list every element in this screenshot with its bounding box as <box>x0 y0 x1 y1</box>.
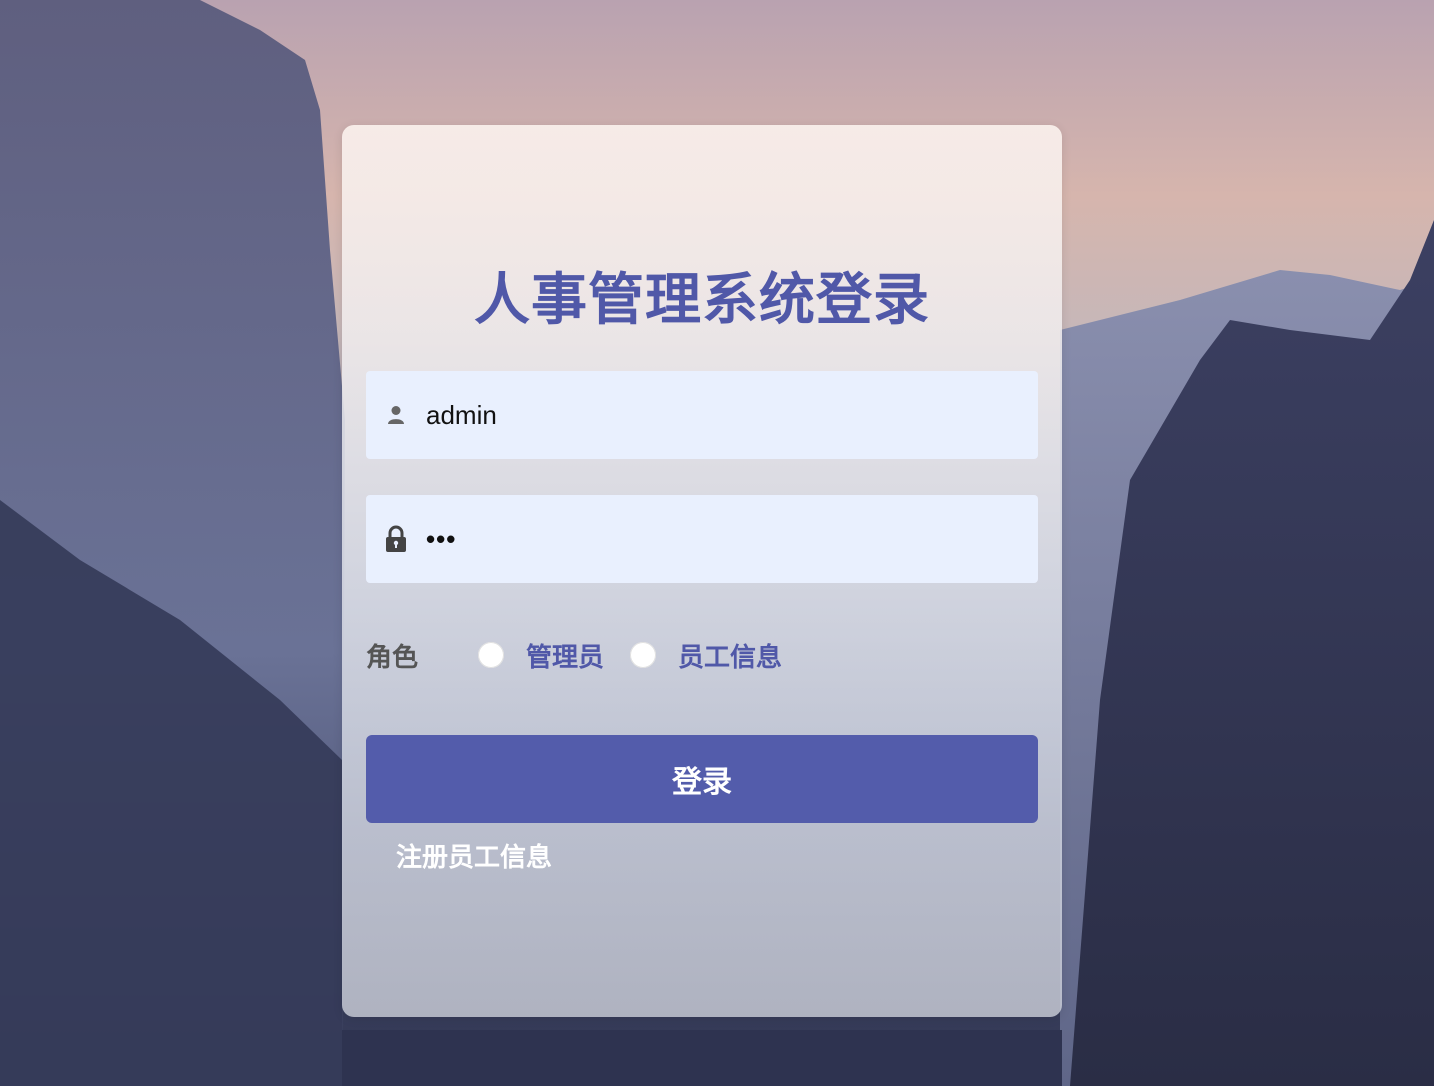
role-label: 角色 <box>366 641 419 672</box>
username-value: admin <box>426 399 497 430</box>
role-option-admin[interactable]: 管理员 <box>478 637 604 674</box>
password-field[interactable]: ••• <box>366 495 1038 583</box>
login-card: 人事管理系统登录 admin ••• 角色 管理员 员工信息 登录 注册员工信息 <box>342 125 1062 1017</box>
role-selector: 角色 管理员 员工信息 <box>366 633 808 677</box>
role-option-label: 管理员 <box>526 641 605 672</box>
role-option-employee[interactable]: 员工信息 <box>630 637 782 674</box>
user-icon <box>384 403 408 427</box>
role-option-label: 员工信息 <box>678 641 783 672</box>
register-link[interactable]: 注册员工信息 <box>396 837 552 874</box>
password-value: ••• <box>426 523 457 554</box>
lock-icon <box>384 525 408 552</box>
username-field[interactable]: admin <box>366 371 1038 459</box>
login-button[interactable]: 登录 <box>366 735 1038 823</box>
radio-button-employee[interactable] <box>630 642 657 668</box>
radio-button-admin[interactable] <box>478 642 504 668</box>
page-title: 人事管理系统登录 <box>474 268 930 331</box>
